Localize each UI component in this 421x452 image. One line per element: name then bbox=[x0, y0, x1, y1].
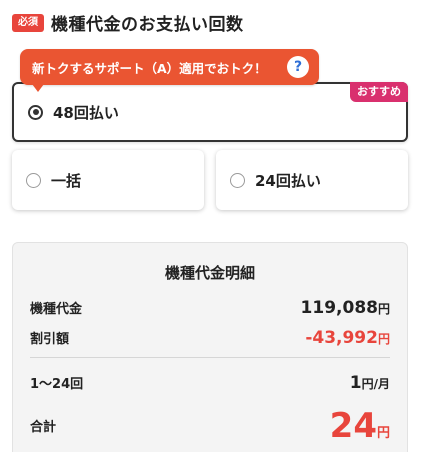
total-amount: 24 bbox=[329, 406, 377, 446]
detail-title: 機種代金明細 bbox=[164, 264, 255, 282]
promo-text: 新トクするサポート（A）適用でおトク！ bbox=[32, 60, 267, 76]
radio-unchecked-icon[interactable] bbox=[26, 172, 41, 188]
discount-label: 割引額 bbox=[30, 332, 70, 347]
required-badge: 必須 bbox=[12, 13, 44, 32]
option-24-installments[interactable]: 24回払い bbox=[216, 150, 408, 210]
discount-amount: -43,992 bbox=[305, 328, 378, 348]
total-unit: 円 bbox=[376, 426, 390, 441]
payment-installment-section: 必須 機種代金のお支払い回数 新トクするサポート（A）適用でおトク！ ? 48回… bbox=[0, 0, 421, 452]
device-price-amount: 119,088 bbox=[300, 298, 378, 318]
radio-checked-icon[interactable] bbox=[28, 104, 43, 120]
device-price-row: 機種代金 119,088円 bbox=[30, 298, 390, 318]
option-label: 24回払い bbox=[255, 171, 321, 190]
price-detail-panel: 機種代金明細 機種代金 119,088円 割引額 -43,992円 1〜24回 … bbox=[12, 242, 408, 452]
installment-unit: 円/月 bbox=[361, 377, 390, 391]
question-icon[interactable]: ? bbox=[287, 56, 309, 78]
radio-unchecked-icon[interactable] bbox=[230, 172, 245, 188]
installment-amount: 1 bbox=[349, 373, 362, 393]
section-header: 必須 機種代金のお支払い回数 bbox=[12, 10, 244, 35]
device-price-unit: 円 bbox=[377, 302, 390, 316]
device-price-label: 機種代金 bbox=[30, 302, 83, 317]
installment-label: 1〜24回 bbox=[30, 377, 84, 392]
recommended-badge: おすすめ bbox=[350, 82, 408, 102]
promo-tooltip: 新トクするサポート（A）適用でおトク！ ? bbox=[20, 49, 319, 92]
option-label: 一括 bbox=[51, 171, 82, 190]
option-label: 48回払い bbox=[53, 103, 119, 122]
discount-unit: 円 bbox=[377, 332, 390, 346]
option-48-installments[interactable]: 48回払い おすすめ bbox=[12, 82, 408, 142]
total-row: 合計 24円 bbox=[30, 409, 390, 443]
discount-row: 割引額 -43,992円 bbox=[30, 328, 390, 348]
installment-row: 1〜24回 1円/月 bbox=[30, 373, 390, 393]
section-title: 機種代金のお支払い回数 bbox=[51, 15, 244, 35]
option-lump-sum[interactable]: 一括 bbox=[12, 150, 204, 210]
divider bbox=[30, 357, 390, 358]
total-label: 合計 bbox=[30, 420, 57, 435]
